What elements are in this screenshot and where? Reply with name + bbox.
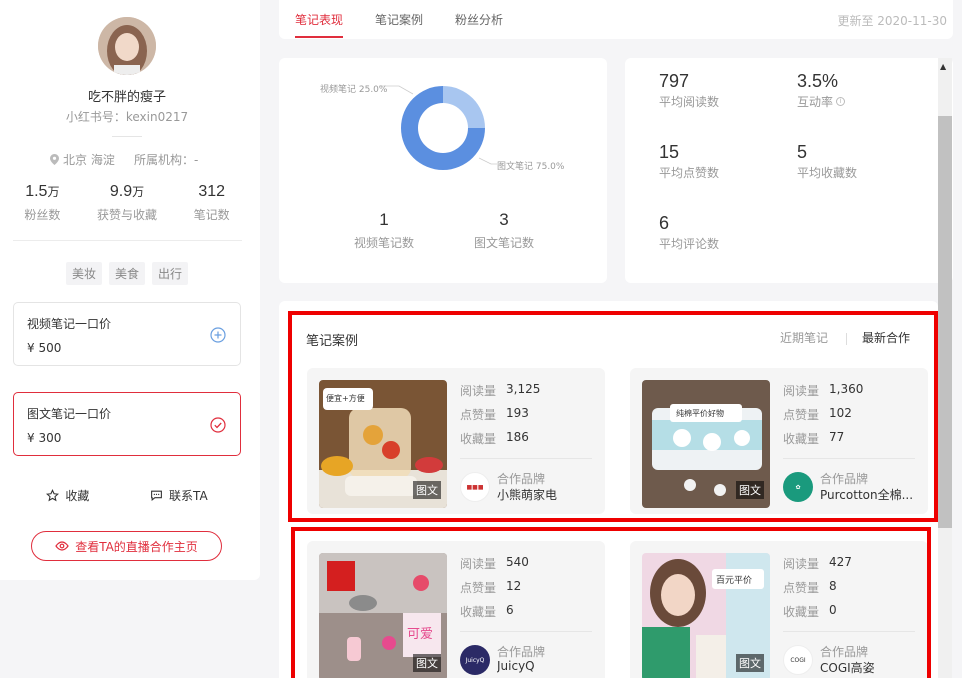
- scroll-up-arrow-icon[interactable]: ▲: [940, 62, 946, 71]
- metric-label: 平均点赞数: [659, 166, 720, 180]
- metric-number: 15: [659, 142, 680, 162]
- video-count-number: 1: [379, 210, 389, 229]
- video-count: 1 视频笔记数: [334, 210, 434, 251]
- chat-icon: [151, 490, 162, 501]
- metric-number: 6: [659, 213, 670, 233]
- location-text: 北京 海淀: [63, 153, 115, 167]
- tag-travel[interactable]: 出行: [152, 262, 189, 285]
- stat-likes: 9.9万 获赞与收藏: [85, 181, 170, 223]
- highlight-box: [288, 311, 938, 522]
- video-price-value: ¥ 500: [27, 341, 62, 355]
- location-pin-icon: [50, 154, 59, 165]
- location: 北京 海淀: [50, 151, 115, 168]
- image-slice-label: 图文笔记 75.0%: [497, 162, 565, 172]
- metric-number: 797: [659, 71, 690, 91]
- active-tab-indicator: [295, 36, 343, 38]
- metric-avg-reads: 797 平均阅读数: [659, 71, 719, 110]
- star-icon: [46, 489, 60, 502]
- stat-label: 获赞与收藏: [97, 208, 158, 222]
- updated-time: 更新至 2020-11-30: [837, 14, 947, 28]
- plus-circle-icon[interactable]: [210, 327, 226, 343]
- donut-slice-video[interactable]: [443, 86, 485, 128]
- video-slice-label: 视频笔记 25.0%: [320, 85, 388, 95]
- tag-beauty[interactable]: 美妆: [65, 262, 102, 285]
- note-type-card: 视频笔记 25.0% 图文笔记 75.0% 1 视频笔记数 3 图文笔记数: [279, 58, 607, 283]
- stat-unit: 万: [47, 185, 60, 199]
- profile-actions: 收藏 联系TA: [0, 487, 254, 504]
- metric-avg-comments: 6 平均评论数: [659, 213, 719, 252]
- divider: [13, 240, 242, 241]
- favorite-button[interactable]: 收藏: [46, 487, 89, 504]
- metric-label: 互动率: [797, 95, 834, 109]
- stat-num: 9.9: [109, 183, 133, 200]
- stat-fans: 1.5万 粉丝数: [0, 181, 85, 223]
- live-button-label: 查看TA的直播合作主页: [75, 539, 198, 554]
- video-count-label: 视频笔记数: [353, 236, 414, 250]
- stat-unit: 万: [132, 185, 145, 199]
- highlight-box: [291, 527, 931, 678]
- tag-list: 美妆 美食 出行: [0, 262, 254, 285]
- metrics-card: 797 平均阅读数 3.5% 互动率 i 15 平均点赞数 5 平均收藏数 6 平…: [625, 58, 953, 283]
- eye-icon: [55, 541, 69, 551]
- metric-label: 平均评论数: [659, 237, 720, 251]
- metric-label: 平均收藏数: [797, 166, 858, 180]
- contact-button[interactable]: 联系TA: [150, 487, 208, 504]
- tab-cases[interactable]: 笔记案例: [375, 11, 423, 28]
- metric-number: 5: [797, 142, 808, 162]
- tab-bar: 笔记表现 笔记案例 粉丝分析 更新至 2020-11-30: [279, 0, 953, 39]
- metric-label-row: 互动率 i: [797, 93, 846, 110]
- metric-avg-saves: 5 平均收藏数: [797, 142, 857, 181]
- profile-card: 吃不胖的瘦子 小红书号：kexin0217 北京 海淀 所属机构：- 1.5万 …: [0, 0, 260, 580]
- check-circle-icon[interactable]: [210, 417, 226, 433]
- image-price-card[interactable]: 图文笔记一口价 ¥ 300: [13, 392, 241, 456]
- info-icon[interactable]: i: [836, 97, 846, 106]
- stat-label: 笔记数: [193, 208, 230, 222]
- avatar: [98, 17, 156, 75]
- live-page-button[interactable]: 查看TA的直播合作主页: [31, 531, 222, 561]
- metric-label: 平均阅读数: [659, 95, 720, 109]
- video-price-card[interactable]: 视频笔记一口价 ¥ 500: [13, 302, 241, 366]
- tab-fans[interactable]: 粉丝分析: [455, 11, 503, 28]
- profile-id: 小红书号：kexin0217: [65, 110, 189, 124]
- stat-notes: 312 笔记数: [169, 181, 254, 223]
- org-text: 所属机构：-: [134, 153, 199, 167]
- metric-avg-likes: 15 平均点赞数: [659, 142, 719, 181]
- profile-name: 吃不胖的瘦子: [87, 90, 166, 105]
- image-count-number: 3: [499, 210, 509, 229]
- image-count: 3 图文笔记数: [454, 210, 554, 251]
- profile-stats: 1.5万 粉丝数 9.9万 获赞与收藏 312 笔记数: [0, 181, 254, 223]
- stat-num: 312: [198, 183, 226, 200]
- metric-number: 3.5%: [797, 71, 839, 91]
- tab-performance[interactable]: 笔记表现: [295, 11, 343, 28]
- stat-num: 1.5: [25, 183, 48, 200]
- image-price-title: 图文笔记一口价: [27, 407, 112, 421]
- stat-label: 粉丝数: [24, 208, 61, 222]
- image-count-label: 图文笔记数: [473, 236, 534, 250]
- tag-food[interactable]: 美食: [108, 262, 145, 285]
- scrollbar-thumb[interactable]: [938, 116, 952, 528]
- video-price-title: 视频笔记一口价: [27, 317, 112, 331]
- image-price-value: ¥ 300: [27, 431, 62, 445]
- favorite-label: 收藏: [65, 489, 90, 503]
- divider: [112, 136, 142, 137]
- contact-label: 联系TA: [169, 489, 208, 503]
- metric-engagement: 3.5% 互动率 i: [797, 71, 846, 110]
